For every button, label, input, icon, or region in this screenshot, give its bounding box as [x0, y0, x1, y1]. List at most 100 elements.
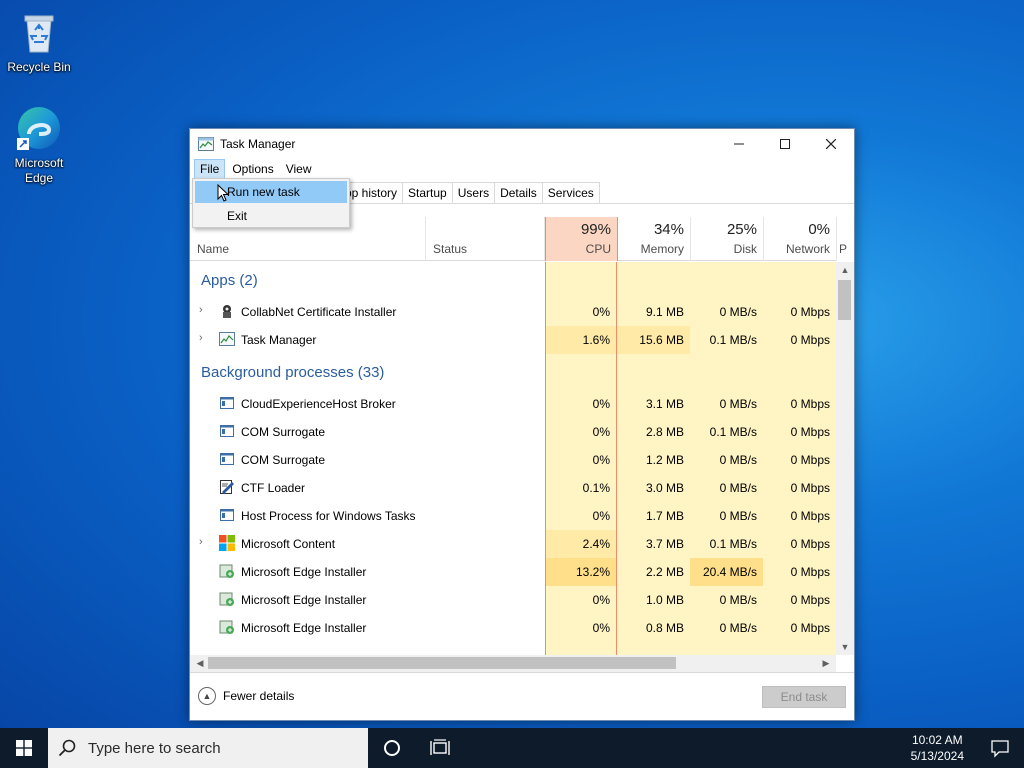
network-value: 0 Mbps [763, 558, 836, 586]
table-row[interactable]: Microsoft Edge Installer 0% 0.8 MB 0 MB/… [190, 614, 836, 642]
table-row[interactable]: CTF Loader 0.1% 3.0 MB 0 MB/s 0 Mbps [190, 474, 836, 502]
column-disk[interactable]: 25% Disk [691, 217, 764, 261]
process-list: Apps (2) › CollabNet Certificate Install… [190, 262, 836, 655]
table-row[interactable]: COM Surrogate 0% 1.2 MB 0 MB/s 0 Mbps [190, 446, 836, 474]
tab-services[interactable]: Services [541, 182, 600, 203]
memory-value: 0.8 MB [617, 614, 690, 642]
task-view-icon [430, 739, 450, 755]
taskbar-search-box[interactable]: Type here to search [48, 728, 368, 768]
network-value: 0 Mbps [763, 614, 836, 642]
table-row[interactable]: Microsoft Edge Installer 13.2% 2.2 MB 20… [190, 558, 836, 586]
column-power[interactable]: P [837, 217, 849, 261]
scroll-left-icon[interactable]: ◀ [192, 655, 208, 672]
menu-file[interactable]: File [194, 159, 226, 179]
cpu-value: 0.1% [545, 474, 617, 502]
desktop-icon-recycle-bin[interactable]: Recycle Bin [1, 8, 77, 75]
system-clock[interactable]: 10:02 AM 5/13/2024 [911, 732, 964, 764]
edge-installer-icon [219, 592, 234, 606]
scroll-up-icon[interactable]: ▲ [836, 262, 854, 278]
table-row-partial[interactable] [190, 642, 836, 655]
fewer-details-button[interactable]: ▲ Fewer details [198, 687, 294, 705]
process-name: Microsoft Content [241, 537, 336, 551]
memory-value: 1.2 MB [617, 446, 690, 474]
notification-icon[interactable] [990, 738, 1010, 758]
network-value: 0 Mbps [763, 418, 836, 446]
scroll-down-icon[interactable]: ▼ [836, 639, 854, 655]
chevron-right-icon[interactable]: › [199, 332, 203, 344]
tab-users[interactable]: Users [451, 182, 496, 203]
start-button[interactable] [0, 728, 48, 768]
column-cpu[interactable]: 99% CPU [545, 217, 618, 261]
process-name: Microsoft Edge Installer [241, 621, 367, 635]
process-name: CollabNet Certificate Installer [241, 305, 397, 319]
column-status[interactable]: Status [426, 217, 545, 261]
group-header-apps[interactable]: Apps (2) [190, 262, 836, 298]
tab-details[interactable]: Details [494, 182, 543, 203]
table-row[interactable]: COM Surrogate 0% 2.8 MB 0.1 MB/s 0 Mbps [190, 418, 836, 446]
table-row[interactable]: › Task Manager 1.6% 15.6 MB 0.1 MB/s 0 M… [190, 326, 836, 354]
network-value: 0 Mbps [763, 474, 836, 502]
cpu-value: 2.4% [545, 530, 617, 558]
disk-value: 0 MB/s [690, 614, 763, 642]
group-title: Background processes (33) [201, 364, 385, 381]
network-value: 0 Mbps [763, 530, 836, 558]
horizontal-scrollbar[interactable]: ◀ ▶ [190, 655, 836, 672]
table-row[interactable]: › Microsoft Content 2.4% 3.7 MB 0.1 MB/s… [190, 530, 836, 558]
desktop-icon-label: Recycle Bin [7, 60, 71, 74]
process-name: Microsoft Edge Installer [241, 593, 367, 607]
chevron-right-icon[interactable]: › [199, 536, 203, 548]
title-bar[interactable]: Task Manager [190, 129, 854, 159]
cpu-value: 0% [545, 390, 617, 418]
chevron-up-icon: ▲ [198, 687, 216, 705]
scroll-thumb[interactable] [838, 280, 851, 320]
memory-value: 15.6 MB [617, 326, 690, 354]
network-value: 0 Mbps [763, 502, 836, 530]
window-app-icon [220, 425, 234, 437]
scroll-thumb[interactable] [208, 657, 676, 669]
table-row[interactable]: CloudExperienceHost Broker 0% 3.1 MB 0 M… [190, 390, 836, 418]
menu-view[interactable]: View [281, 160, 317, 178]
maximize-button[interactable] [762, 129, 808, 159]
network-value: 0 Mbps [763, 298, 836, 326]
window-title: Task Manager [220, 137, 296, 151]
desktop-icon-microsoft-edge[interactable]: Microsoft Edge [1, 104, 77, 186]
cpu-value: 1.6% [545, 326, 617, 354]
menu-options[interactable]: Options [227, 160, 278, 178]
menu-bar: File Options View [190, 159, 854, 179]
network-value: 0 Mbps [763, 586, 836, 614]
minimize-button[interactable] [716, 129, 762, 159]
task-view-button[interactable] [416, 728, 464, 768]
cpu-value: 0% [545, 502, 617, 530]
vertical-scrollbar[interactable]: ▲ ▼ [836, 262, 854, 655]
cpu-value: 0% [545, 446, 617, 474]
column-network[interactable]: 0% Network [764, 217, 837, 261]
tab-startup[interactable]: Startup [402, 182, 453, 203]
group-header-background[interactable]: Background processes (33) [190, 354, 836, 390]
process-name: Microsoft Edge Installer [241, 565, 367, 579]
memory-value: 3.1 MB [617, 390, 690, 418]
installer-icon [223, 305, 231, 318]
process-name: CloudExperienceHost Broker [241, 397, 396, 411]
end-task-button[interactable]: End task [762, 686, 846, 708]
table-row[interactable]: › CollabNet Certificate Installer 0% 9.1… [190, 298, 836, 326]
menu-item-exit[interactable]: Exit [195, 205, 347, 227]
windows-logo-icon [219, 535, 235, 551]
table-row[interactable]: Microsoft Edge Installer 0% 1.0 MB 0 MB/… [190, 586, 836, 614]
cortana-button[interactable] [368, 728, 416, 768]
table-row[interactable]: Host Process for Windows Tasks 0% 1.7 MB… [190, 502, 836, 530]
disk-value: 20.4 MB/s [690, 558, 763, 586]
memory-total: 34% [653, 221, 684, 238]
process-name: COM Surrogate [241, 453, 326, 467]
process-name: Host Process for Windows Tasks [241, 509, 416, 523]
disk-value: 0.1 MB/s [690, 530, 763, 558]
close-icon [826, 139, 836, 149]
desktop-icon-label: Microsoft Edge [14, 156, 64, 185]
scroll-right-icon[interactable]: ▶ [818, 655, 834, 672]
column-memory[interactable]: 34% Memory [618, 217, 691, 261]
close-button[interactable] [808, 129, 854, 159]
chevron-right-icon[interactable]: › [199, 304, 203, 316]
disk-value: 0 MB/s [690, 298, 763, 326]
disk-value: 0.1 MB/s [690, 326, 763, 354]
search-placeholder: Type here to search [88, 739, 221, 757]
edge-icon [15, 104, 63, 152]
